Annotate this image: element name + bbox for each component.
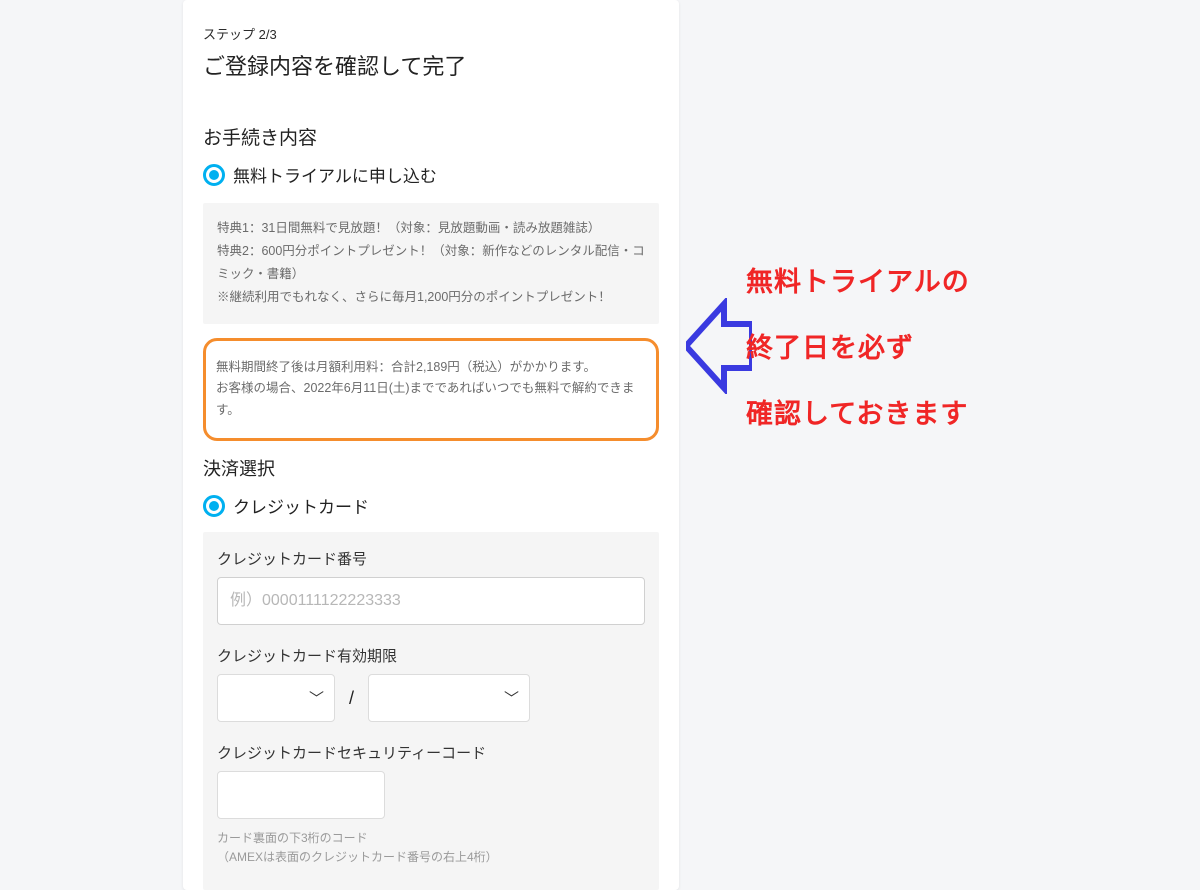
payment-select-heading: 決済選択 xyxy=(203,455,659,481)
payment-form: クレジットカード番号 クレジットカード有効期限 ﹀ / ﹀ クレジットカードセキ… xyxy=(203,532,659,889)
annotation-line: 終了日を必ず xyxy=(746,315,970,381)
security-code-input[interactable] xyxy=(217,771,385,819)
benefits-box: 特典1：31日間無料で見放題！（対象：見放題動画・読み放題雑誌） 特典2：600… xyxy=(203,203,659,324)
annotation-line: 確認しておきます xyxy=(746,381,970,447)
radio-selected-icon xyxy=(203,495,225,517)
benefit-line: 特典2：600円分ポイントプレゼント！（対象：新作などのレンタル配信・コ xyxy=(217,240,645,263)
radio-selected-icon xyxy=(203,164,225,186)
notice-line: お客様の場合、2022年6月11日(土)までであればいつでも無料で解約できます。 xyxy=(216,378,646,422)
card-number-input[interactable] xyxy=(217,577,645,625)
benefit-line: ※継続利用でもれなく、さらに毎月1,200円分のポイントプレゼント！ xyxy=(217,286,645,309)
trial-end-notice: 無料期間終了後は月額利用料：合計2,189円（税込）がかかります。 お客様の場合… xyxy=(203,338,659,442)
expiry-slash: / xyxy=(349,688,354,709)
benefit-line: 特典1：31日間無料で見放題！（対象：見放題動画・読み放題雑誌） xyxy=(217,217,645,240)
benefit-line: ミック・書籍） xyxy=(217,263,645,286)
page-title: ご登録内容を確認して完了 xyxy=(203,49,659,81)
notice-line: 無料期間終了後は月額利用料：合計2,189円（税込）がかかります。 xyxy=(216,357,646,379)
callout-arrow-icon xyxy=(686,298,752,394)
security-hint: カード裏面の下3桁のコード （AMEXは表面のクレジットカード番号の右上4桁） xyxy=(217,829,645,867)
annotation-text: 無料トライアルの 終了日を必ず 確認しておきます xyxy=(746,249,970,447)
expiry-month-select[interactable]: ﹀ xyxy=(217,674,335,722)
expiry-year-select[interactable]: ﹀ xyxy=(368,674,530,722)
credit-radio-label: クレジットカード xyxy=(233,493,369,518)
step-indicator: ステップ 2/3 xyxy=(203,24,659,43)
security-code-label: クレジットカードセキュリティーコード xyxy=(217,742,645,763)
registration-card: ステップ 2/3 ご登録内容を確認して完了 お手続き内容 無料トライアルに申し込… xyxy=(183,0,679,890)
credit-radio-row[interactable]: クレジットカード xyxy=(203,493,659,518)
annotation-line: 無料トライアルの xyxy=(746,249,970,315)
trial-radio-row[interactable]: 無料トライアルに申し込む xyxy=(203,162,659,187)
hint-line: カード裏面の下3桁のコード xyxy=(217,829,645,848)
expiry-label: クレジットカード有効期限 xyxy=(217,645,645,666)
chevron-down-icon: ﹀ xyxy=(504,688,519,709)
procedure-heading: お手続き内容 xyxy=(203,123,659,150)
trial-radio-label: 無料トライアルに申し込む xyxy=(233,162,437,187)
hint-line: （AMEXは表面のクレジットカード番号の右上4桁） xyxy=(217,848,645,867)
card-number-label: クレジットカード番号 xyxy=(217,548,645,569)
chevron-down-icon: ﹀ xyxy=(309,688,324,709)
